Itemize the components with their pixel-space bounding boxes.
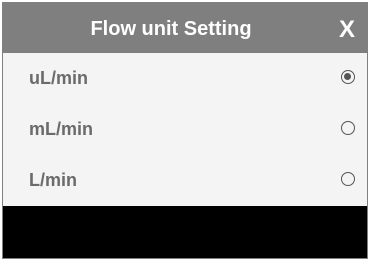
option-ml-min[interactable]: mL/min [3, 104, 367, 155]
radio-ul-min[interactable] [341, 70, 355, 84]
option-label: mL/min [29, 119, 94, 139]
footer-bar [3, 206, 367, 258]
close-button[interactable]: X [333, 3, 361, 53]
option-label: uL/min [29, 68, 88, 88]
radio-dot-icon [344, 73, 351, 80]
radio-l-min[interactable] [341, 172, 355, 186]
flow-unit-dialog: Flow unit Setting X uL/min mL/min L/min [2, 2, 368, 259]
option-ul-min[interactable]: uL/min [3, 53, 367, 104]
radio-ml-min[interactable] [341, 121, 355, 135]
dialog-title: Flow unit Setting [90, 18, 252, 40]
option-l-min[interactable]: L/min [3, 155, 367, 206]
option-label: L/min [29, 170, 77, 190]
flow-unit-options: uL/min mL/min L/min [3, 53, 367, 206]
dialog-titlebar: Flow unit Setting X [3, 3, 367, 53]
